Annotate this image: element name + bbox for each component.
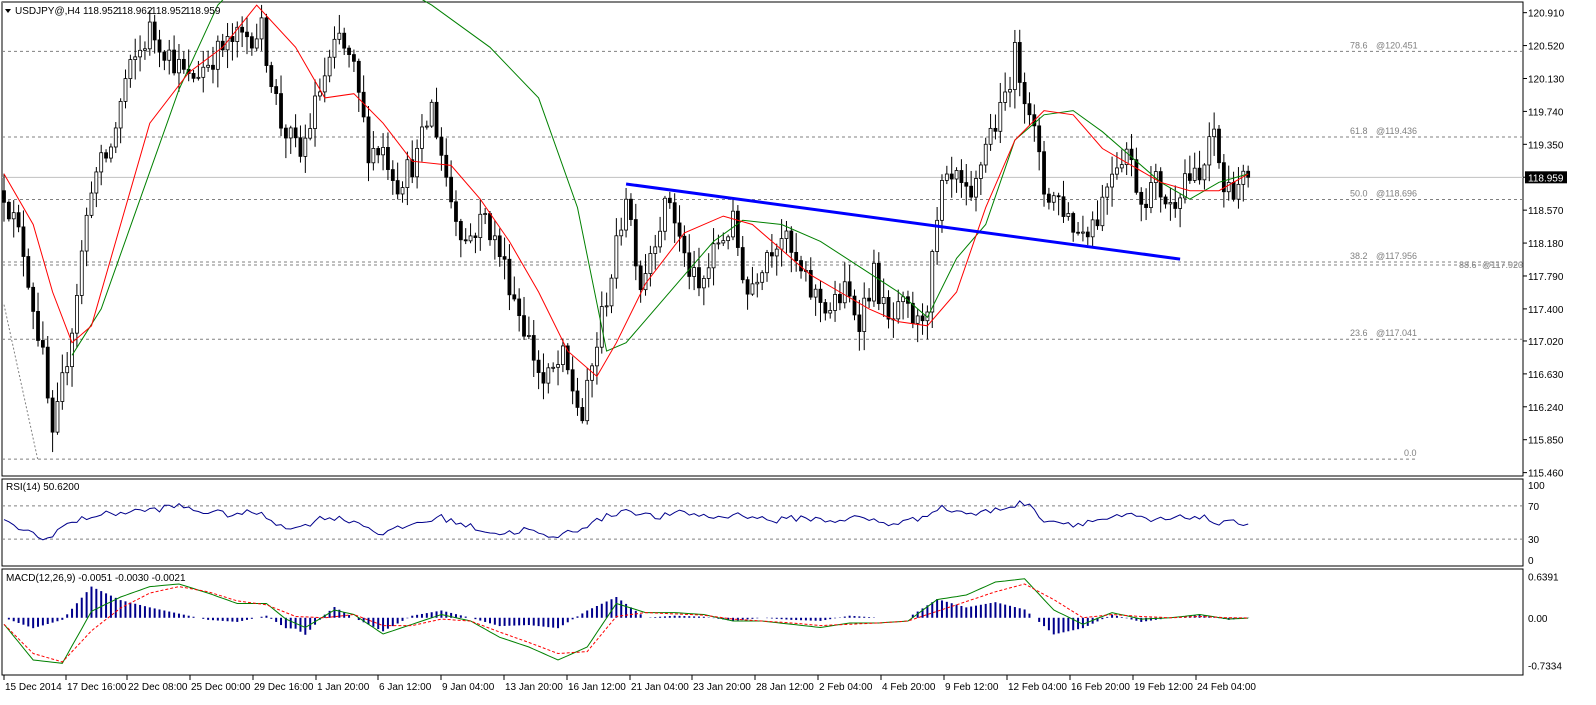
rsi-axis-label-1: 70	[1528, 502, 1540, 513]
candle	[6, 200, 11, 222]
time-label-10: 21 Jan 04:00	[631, 682, 689, 693]
time-label-11: 23 Jan 20:00	[693, 682, 751, 693]
fib-level-4: 23.6	[1350, 328, 1368, 338]
fib-level-1: 61.8	[1350, 126, 1368, 136]
price-tick-label-3: 119.740	[1528, 107, 1564, 118]
close-value: 118.959	[185, 6, 221, 17]
fib-extra-level: 88.6	[1459, 260, 1477, 270]
time-label-9: 16 Jan 12:00	[568, 682, 626, 693]
rsi-axis-label-3: 0	[1528, 556, 1534, 567]
rsi-axis-label-0: 100	[1528, 481, 1545, 492]
time-label-1: 17 Dec 16:00	[67, 682, 127, 693]
price-axis: 120.910 120.520 120.130 119.740 119.350 118.9…	[1523, 9, 1567, 480]
time-label-0: 15 Dec 2014	[5, 682, 62, 693]
candle	[429, 99, 434, 128]
rsi-label: RSI(14) 50.6200	[6, 482, 80, 493]
fib-level-5: 0.0	[1404, 448, 1417, 458]
current-price-text: 118.959	[1528, 173, 1564, 184]
fib-extra-price: @117.920	[1482, 260, 1523, 270]
time-label-12: 28 Jan 12:00	[756, 682, 814, 693]
price-tick-label-8: 117.790	[1528, 272, 1564, 283]
fib-level-3: 38.2	[1350, 251, 1368, 261]
fib-price-1: @119.436	[1376, 126, 1417, 136]
rsi-axis-label-2: 30	[1528, 535, 1540, 546]
price-tick-label-12: 116.240	[1528, 403, 1564, 414]
symbol-label: USDJPY@,H4	[15, 6, 81, 17]
time-label-16: 12 Feb 04:00	[1008, 682, 1067, 693]
macd-axis-label-2: -0.7334	[1528, 661, 1562, 672]
price-tick-label-4: 119.350	[1528, 140, 1564, 151]
time-label-2: 22 Dec 08:00	[128, 682, 188, 693]
time-label-19: 24 Feb 04:00	[1197, 682, 1256, 693]
time-label-3: 25 Dec 00:00	[191, 682, 251, 693]
fib-level-0: 78.6	[1350, 40, 1368, 50]
time-label-13: 2 Feb 04:00	[819, 682, 873, 693]
price-tick-label-13: 115.850	[1528, 436, 1564, 447]
price-tick-label-7: 118.180	[1528, 239, 1564, 250]
price-tick-label-2: 120.130	[1528, 74, 1565, 85]
usdjpy-chart[interactable]: 78.6 @120.451 61.8 @119.436 50.0 @118.696 38.2…	[0, 0, 1596, 705]
time-label-7: 9 Jan 04:00	[442, 682, 495, 693]
time-label-4: 29 Dec 16:00	[254, 682, 314, 693]
open-value: 118.952	[83, 6, 119, 17]
macd-axis-label-0: 0.6391	[1528, 572, 1559, 583]
candle	[264, 13, 269, 73]
time-label-6: 6 Jan 12:00	[379, 682, 432, 693]
price-tick-label-14: 115.460	[1528, 469, 1564, 480]
fib-price-0: @120.451	[1376, 40, 1418, 50]
price-tick-label-6: 118.570	[1528, 206, 1564, 217]
price-tick-label-0: 120.910	[1528, 9, 1565, 20]
price-tick-label-11: 116.630	[1528, 370, 1564, 381]
macd-axis-label-1: 0.00	[1528, 614, 1548, 625]
fib-level-2: 50.0	[1350, 189, 1368, 199]
price-tick-label-1: 120.520	[1528, 42, 1565, 53]
high-value: 118.962	[117, 6, 153, 17]
price-tick-label-9: 117.400	[1528, 305, 1564, 316]
fib-price-2: @118.696	[1376, 189, 1417, 199]
time-label-15: 9 Feb 12:00	[945, 682, 999, 693]
low-value: 118.952	[151, 6, 187, 17]
fib-price-3: @117.956	[1376, 251, 1417, 261]
candle	[1217, 125, 1221, 169]
price-tick-label-10: 117.020	[1528, 337, 1564, 348]
macd-label: MACD(12,26,9) -0.0051 -0.0030 -0.0021	[6, 573, 186, 584]
time-label-8: 13 Jan 20:00	[505, 682, 563, 693]
time-label-14: 4 Feb 20:00	[882, 682, 936, 693]
fib-price-4: @117.041	[1376, 328, 1417, 338]
chart-background	[0, 0, 1596, 705]
time-label-18: 19 Feb 12:00	[1134, 682, 1193, 693]
time-label-17: 16 Feb 20:00	[1071, 682, 1130, 693]
time-label-5: 1 Jan 20:00	[317, 682, 370, 693]
